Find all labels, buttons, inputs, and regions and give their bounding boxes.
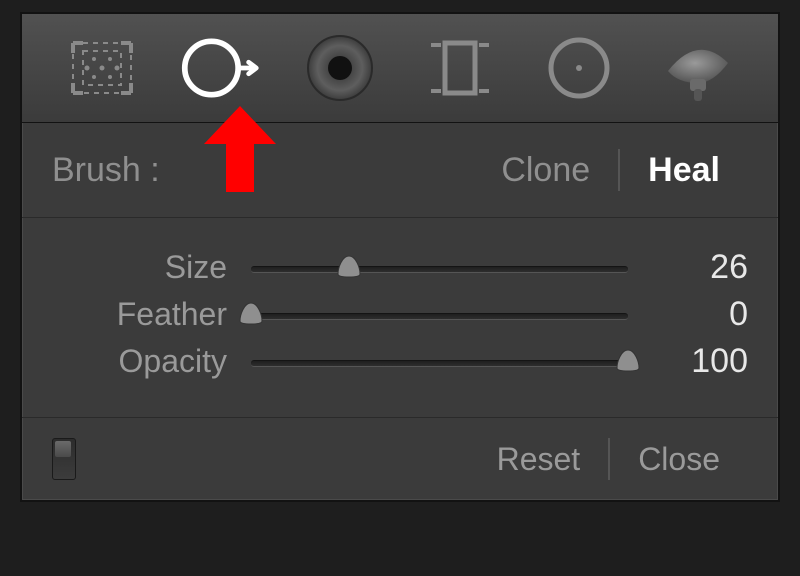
- red-eye-tool[interactable]: [299, 27, 381, 109]
- tool-strip: [22, 14, 778, 123]
- radial-filter-icon: [544, 33, 614, 103]
- heal-mode-button[interactable]: Heal: [620, 151, 748, 190]
- graduated-filter-icon: [427, 35, 493, 101]
- clone-mode-button[interactable]: Clone: [473, 151, 618, 190]
- brush-mode-row: Brush : Clone Heal: [22, 123, 778, 218]
- graduated-filter-tool[interactable]: [419, 27, 501, 109]
- crop-tool[interactable]: [61, 27, 143, 109]
- crop-icon: [67, 37, 137, 99]
- opacity-value: 100: [628, 342, 748, 381]
- red-eye-icon: [304, 32, 376, 104]
- size-slider[interactable]: [251, 250, 628, 286]
- feather-label: Feather: [52, 296, 251, 333]
- feather-slider-thumb[interactable]: [238, 301, 264, 325]
- close-button[interactable]: Close: [610, 441, 748, 478]
- brush-label: Brush :: [52, 151, 473, 190]
- opacity-slider-row: Opacity 100: [52, 342, 748, 381]
- spot-removal-tool[interactable]: [180, 27, 262, 109]
- brush-icon: [658, 33, 738, 103]
- size-slider-row: Size 26: [52, 248, 748, 287]
- feather-slider-row: Feather 0: [52, 295, 748, 334]
- adjustment-brush-tool[interactable]: [657, 27, 739, 109]
- opacity-label: Opacity: [52, 343, 251, 380]
- before-after-toggle[interactable]: [52, 438, 76, 480]
- size-slider-thumb[interactable]: [336, 254, 362, 278]
- opacity-slider[interactable]: [251, 344, 628, 380]
- reset-button[interactable]: Reset: [469, 441, 609, 478]
- opacity-slider-thumb[interactable]: [615, 348, 641, 372]
- spot-removal-icon: [180, 35, 262, 101]
- feather-slider[interactable]: [251, 297, 628, 333]
- footer-row: Reset Close: [22, 418, 778, 500]
- size-label: Size: [52, 249, 251, 286]
- radial-filter-tool[interactable]: [538, 27, 620, 109]
- spot-removal-panel: Brush : Clone Heal Size 26 Feather: [20, 12, 780, 502]
- size-value: 26: [628, 248, 748, 287]
- sliders-section: Size 26 Feather 0 Opacity: [22, 218, 778, 418]
- feather-value: 0: [628, 295, 748, 334]
